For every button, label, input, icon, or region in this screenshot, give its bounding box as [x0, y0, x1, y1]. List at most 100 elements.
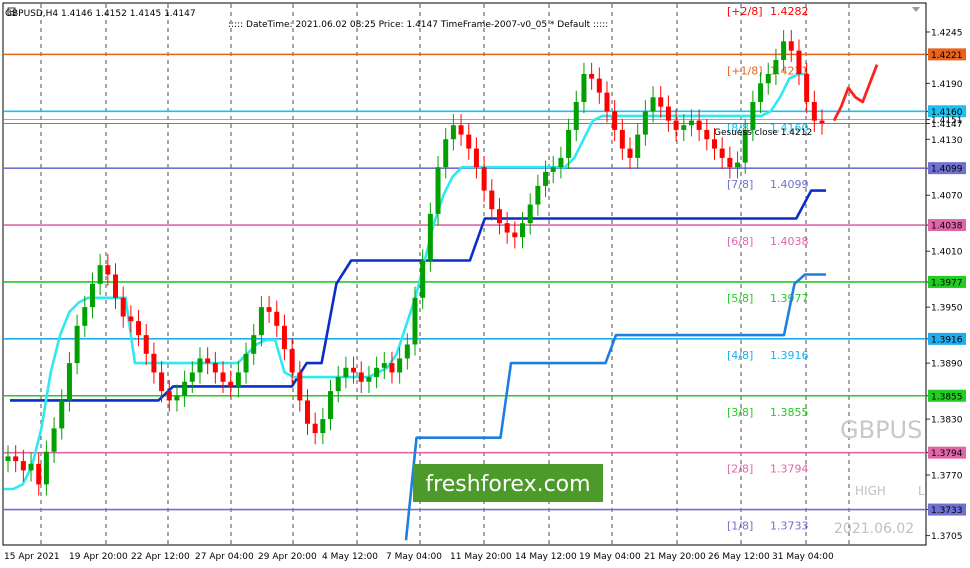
- candle-body: [136, 321, 142, 336]
- candle-body: [796, 50, 802, 74]
- candle-body: [397, 358, 403, 373]
- y-label-19: 1.3733: [931, 506, 963, 516]
- level-label-9: [1/8]: [727, 520, 753, 533]
- candle-body: [205, 358, 211, 364]
- candle-body: [235, 372, 241, 387]
- x-label-6: 7 May 04:00: [386, 552, 442, 562]
- candle-body: [13, 456, 19, 462]
- candle-body: [704, 129, 710, 140]
- symbol-line: GBPUSD,H4 1.4146 1.4152 1.4145 1.4147: [5, 9, 196, 19]
- level-value-7: 1.3855: [770, 406, 809, 419]
- candle-body: [496, 209, 502, 224]
- watermark-high-label: HIGH: [855, 484, 886, 498]
- candle-body: [381, 363, 387, 368]
- y-label-8: 1.4070: [931, 192, 963, 202]
- candle-body: [681, 125, 687, 130]
- candle-body: [627, 148, 633, 158]
- x-label-5: 4 May 12:00: [322, 552, 378, 562]
- candle-body: [673, 120, 679, 130]
- watermark-date: 2021.06.02: [834, 521, 914, 537]
- candle-body: [82, 307, 88, 326]
- candle-body: [512, 232, 518, 238]
- candle-body: [650, 97, 656, 112]
- price-chart[interactable]: [+2/8] 1.4282[+1/8] 1.4221[8/8] 1.4160[7/8]…: [0, 0, 970, 568]
- candle-body: [811, 101, 817, 121]
- candle-body: [220, 372, 226, 382]
- brand-name: freshforex.com: [425, 472, 590, 497]
- candle-body: [589, 73, 595, 79]
- candle-body: [312, 423, 318, 434]
- candle-body: [113, 274, 119, 298]
- candle-body: [251, 335, 257, 354]
- y-label-5: 1.4147: [931, 120, 963, 130]
- candle-body: [143, 335, 149, 354]
- candle-body: [166, 391, 172, 401]
- brand-badge: freshforex.com: [413, 464, 603, 502]
- x-label-4: 29 Apr 20:00: [258, 552, 317, 562]
- candle-body: [412, 297, 418, 345]
- y-label-14: 1.3890: [931, 360, 963, 370]
- y-label-6: 1.4130: [931, 136, 963, 146]
- candle-body: [20, 461, 26, 471]
- candle-body: [182, 381, 188, 396]
- candle-body: [719, 148, 725, 158]
- x-label-7: 11 May 20:00: [450, 552, 512, 562]
- level-value-0: 1.4282: [770, 5, 809, 18]
- y-label-7: 1.4099: [931, 165, 963, 175]
- candle-body: [74, 325, 80, 364]
- candle-body: [120, 297, 126, 317]
- candle-body: [765, 73, 771, 84]
- candle-body: [758, 83, 764, 102]
- candle-body: [619, 129, 625, 149]
- candle-body: [466, 134, 472, 149]
- candle-body: [473, 148, 479, 168]
- candle-body: [404, 344, 410, 359]
- candle-body: [212, 363, 218, 373]
- candle-body: [297, 372, 303, 401]
- info-line: ::::: DateTime: 2021.06.02 08:25 Price: …: [228, 20, 608, 30]
- candle-body: [688, 120, 694, 126]
- candle-body: [258, 307, 264, 336]
- candle-body: [604, 92, 610, 112]
- candle-body: [366, 377, 372, 382]
- y-label-18: 1.3770: [931, 472, 963, 482]
- candle-body: [51, 428, 57, 452]
- x-label-9: 19 May 04:00: [579, 552, 641, 562]
- candle-body: [804, 73, 810, 102]
- level-label-4: [6/8]: [727, 235, 753, 248]
- y-label-13: 1.3916: [931, 335, 963, 345]
- candle-body: [527, 204, 533, 224]
- candle-body: [543, 171, 549, 186]
- level-value-9: 1.3733: [770, 520, 809, 533]
- y-label-16: 1.3830: [931, 416, 963, 426]
- candle-body: [520, 223, 526, 238]
- level-value-3: 1.4099: [770, 178, 809, 191]
- candle-body: [635, 134, 641, 158]
- candle-body: [420, 260, 426, 298]
- candle-body: [59, 400, 65, 429]
- candle-body: [151, 353, 157, 373]
- candle-body: [596, 78, 602, 93]
- candle-body: [665, 106, 671, 121]
- candle-body: [374, 367, 380, 378]
- candle-body: [535, 185, 541, 205]
- level-label-5: [5/8]: [727, 292, 753, 305]
- candle-body: [274, 311, 280, 326]
- candle-body: [504, 223, 510, 233]
- candle-body: [443, 139, 449, 168]
- candle-body: [281, 325, 287, 350]
- y-label-2: 1.4190: [931, 80, 963, 90]
- candle-body: [735, 162, 741, 168]
- candle-body: [727, 157, 733, 168]
- candle-body: [243, 353, 249, 373]
- candle-body: [66, 363, 72, 401]
- candle-body: [658, 97, 664, 107]
- candle-body: [328, 391, 334, 420]
- watermark-low-label: L: [918, 484, 925, 498]
- candle-body: [696, 120, 702, 130]
- candle-body: [159, 372, 165, 392]
- watermark-symbol: GBPUS: [840, 416, 922, 444]
- candle-body: [450, 125, 456, 140]
- candle-body: [819, 120, 825, 124]
- candle-body: [389, 363, 395, 373]
